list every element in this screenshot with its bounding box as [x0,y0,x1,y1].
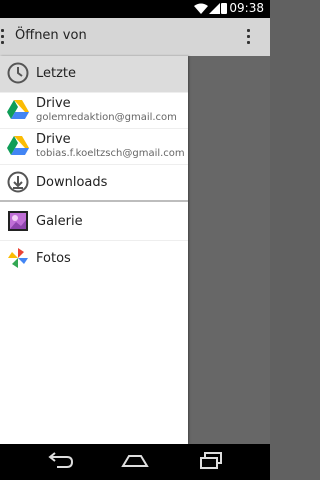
page-title: Öffnen von [15,28,87,43]
recent-apps-icon[interactable] [199,452,225,470]
navigation-drawer: Letzte Drive golemredaktion@gmail.com Dr… [0,56,188,444]
drawer-item-label: Galerie [36,214,83,229]
battery-icon [221,3,227,14]
clock-icon [7,62,29,84]
drawer-item-label: Drive [36,96,71,111]
google-drive-icon [7,100,29,119]
home-icon[interactable] [121,452,149,470]
overflow-menu-icon[interactable] [247,29,250,47]
wifi-icon [194,3,208,14]
drawer-item-drive-koeltzsch[interactable]: Drive tobias.f.koeltzsch@gmail.com [0,128,188,165]
drawer-item-label: Downloads [36,175,108,190]
clock-time: 09:38 [229,1,264,15]
drawer-item-drive-golemredaktion[interactable]: Drive golemredaktion@gmail.com [0,92,188,129]
app-bar: Öffnen von [0,18,270,57]
signal-icon [209,3,220,14]
drawer-item-gallery[interactable]: Galerie [0,204,188,240]
photos-pinwheel-icon [8,248,28,268]
drawer-toggle-icon[interactable] [1,29,4,47]
content-scrim[interactable] [188,56,270,444]
download-icon [7,171,29,193]
google-drive-icon [7,136,29,155]
drawer-item-label: Fotos [36,251,71,266]
system-navigation-bar [0,444,270,480]
section-divider [0,200,188,202]
drawer-item-recent[interactable]: Letzte [0,56,188,92]
drive-account-email: golemredaktion@gmail.com [36,112,177,123]
drawer-item-downloads[interactable]: Downloads [0,164,188,201]
drive-account-email: tobias.f.koeltzsch@gmail.com [36,148,185,159]
drawer-item-label: Letzte [36,66,77,81]
drawer-item-photos[interactable]: Fotos [0,240,188,277]
status-bar: 09:38 [0,0,270,18]
gallery-icon [8,211,28,231]
drawer-item-label: Drive [36,132,71,147]
back-icon[interactable] [45,452,73,470]
